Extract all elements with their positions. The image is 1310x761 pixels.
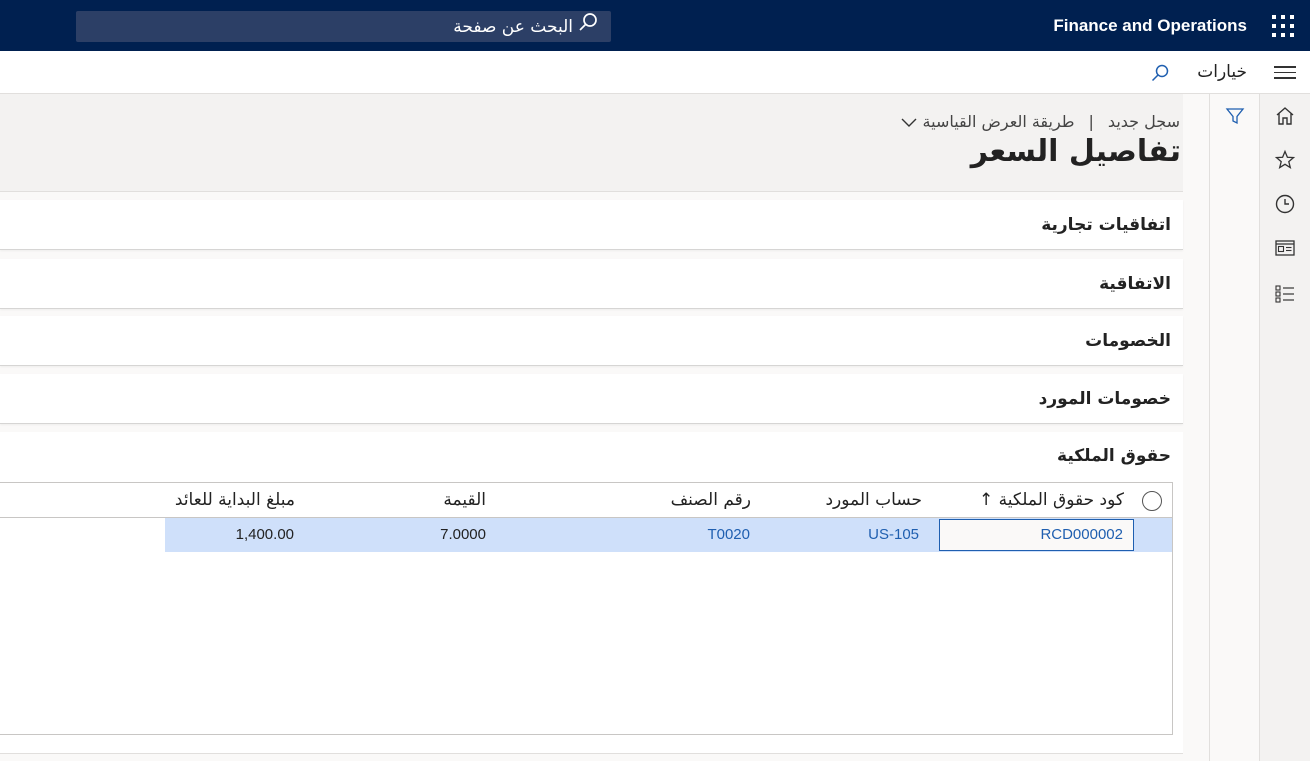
app-launcher-icon[interactable] <box>1272 15 1294 37</box>
action-search-icon[interactable] <box>1150 63 1170 83</box>
start-amount-cell[interactable]: 1,400.00 <box>236 518 294 552</box>
column-header-item-number[interactable]: رقم الصنف <box>671 483 751 518</box>
column-header-vendor-account[interactable]: حساب المورد <box>825 483 922 518</box>
royalty-code-field[interactable]: RCD000002 <box>939 519 1134 551</box>
royalty-grid: كود حقوق الملكية ↑ حساب المورد رقم الصنف… <box>0 482 1173 735</box>
action-pane: خيارات <box>0 51 1310 94</box>
search-icon <box>577 11 599 44</box>
fasttab-royalties: حقوق الملكية كود حقوق الملكية ↑ حساب الم… <box>0 432 1183 754</box>
column-header-royalty-code[interactable]: كود حقوق الملكية ↑ <box>979 483 1124 518</box>
top-nav-bar: Finance and Operations البحث عن صفحة <box>0 0 1310 51</box>
workspace-icon[interactable] <box>1274 237 1296 259</box>
grid-header: كود حقوق الملكية ↑ حساب المورد رقم الصنف… <box>0 483 1172 518</box>
chevron-down-icon <box>901 113 917 132</box>
table-row[interactable]: RCD000002 US-105 T0020 7.0000 1,400.00 <box>165 518 1172 552</box>
item-number-link[interactable]: T0020 <box>707 518 750 552</box>
home-icon[interactable] <box>1274 105 1296 127</box>
breadcrumb: سجل جديد | طريقة العرض القياسية <box>901 112 1180 132</box>
search-placeholder: البحث عن صفحة <box>453 17 573 37</box>
clock-icon[interactable] <box>1274 193 1296 215</box>
options-button[interactable]: خيارات <box>1197 51 1247 94</box>
fasttab-agreement[interactable]: الاتفاقية <box>0 259 1183 309</box>
hamburger-menu-icon[interactable] <box>1274 66 1296 80</box>
select-all-radio[interactable] <box>1142 491 1162 511</box>
royalty-code-value: RCD000002 <box>1040 526 1123 543</box>
page-title: تفاصيل السعر <box>970 134 1181 169</box>
vendor-account-link[interactable]: US-105 <box>868 518 919 552</box>
fasttab-label: الاتفاقية <box>1099 274 1171 294</box>
fasttab-label[interactable]: حقوق الملكية <box>1057 432 1171 480</box>
view-selector[interactable]: طريقة العرض القياسية <box>901 112 1075 131</box>
breadcrumb-separator: | <box>1088 112 1094 131</box>
search-box[interactable]: البحث عن صفحة <box>76 11 611 42</box>
fasttab-label: خصومات المورد <box>1038 389 1171 409</box>
form-header: سجل جديد | طريقة العرض القياسية تفاصيل الس… <box>0 94 1183 192</box>
fasttab-trade-agreements[interactable]: اتفاقيات تجارية <box>0 200 1183 250</box>
fasttab-vendor-discounts[interactable]: خصومات المورد <box>0 374 1183 424</box>
filter-icon[interactable] <box>1225 106 1245 126</box>
fasttab-label: اتفاقيات تجارية <box>1041 215 1171 235</box>
fasttab-discounts[interactable]: الخصومات <box>0 316 1183 366</box>
form-content: سجل جديد | طريقة العرض القياسية تفاصيل الس… <box>0 94 1183 761</box>
app-title[interactable]: Finance and Operations <box>1053 0 1247 51</box>
new-record-label: سجل جديد <box>1107 112 1180 131</box>
navigation-pane <box>1259 94 1310 761</box>
filter-pane <box>1209 94 1259 761</box>
column-header-start-amount[interactable]: مبلغ البداية للعائد <box>175 483 295 518</box>
star-icon[interactable] <box>1274 149 1296 171</box>
fasttab-label: الخصومات <box>1085 331 1171 351</box>
value-cell[interactable]: 7.0000 <box>440 518 486 552</box>
view-label: طريقة العرض القياسية <box>922 112 1075 131</box>
column-header-value[interactable]: القيمة <box>443 483 486 518</box>
modules-list-icon[interactable] <box>1274 283 1296 305</box>
